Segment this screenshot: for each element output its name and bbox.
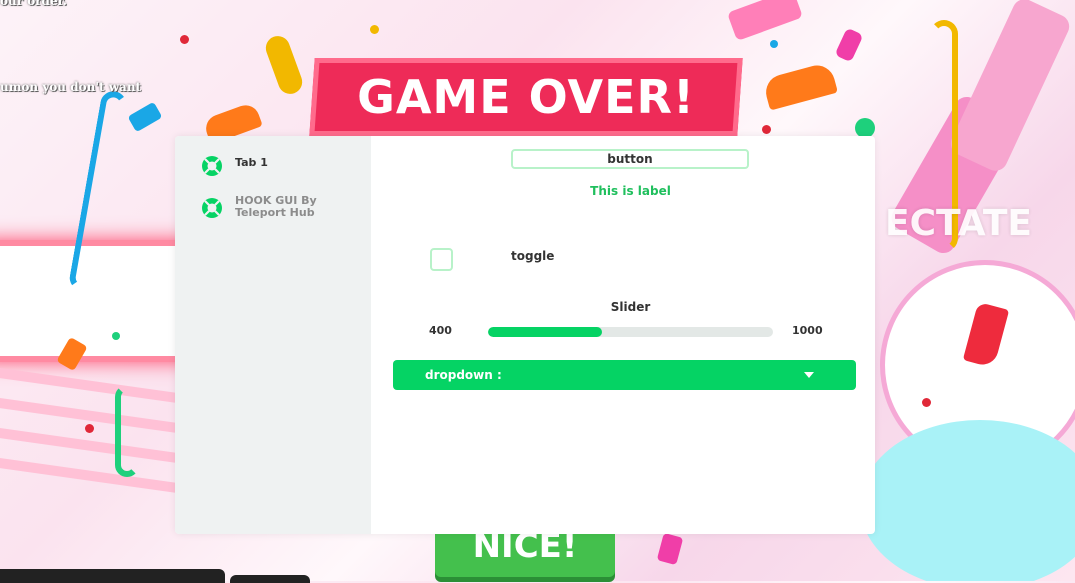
confetti-dot — [762, 125, 771, 134]
confetti-dot — [370, 25, 379, 34]
tab-label: Tab 1 — [235, 156, 268, 169]
toggle-label: toggle — [511, 249, 555, 263]
caret-down-icon — [804, 372, 814, 378]
label-text: This is label — [590, 184, 671, 198]
confetti-dot — [112, 332, 120, 340]
confetti-decoration — [855, 118, 875, 138]
confetti-dot — [922, 398, 931, 407]
confetti-decoration — [656, 532, 684, 566]
slider-title: Slider — [610, 300, 651, 314]
dropdown[interactable]: dropdown : — [393, 360, 856, 390]
hook-gui-window: Tab 1 HOOK GUI By Teleport Hub button Th… — [175, 136, 875, 534]
slider-fill[interactable] — [488, 327, 602, 337]
chat-message: umon you don't want — [0, 80, 142, 94]
spectate-text[interactable]: ECTATE — [885, 203, 1032, 244]
tab-1[interactable]: Tab 1 — [201, 155, 331, 177]
confetti-dot — [85, 424, 94, 433]
slider-track[interactable] — [488, 327, 773, 337]
game-over-title: GAME OVER! — [357, 70, 695, 124]
tab-hook-gui[interactable]: HOOK GUI By Teleport Hub — [201, 194, 331, 219]
dropdown-label: dropdown : — [425, 368, 502, 382]
confetti-dot — [180, 35, 189, 44]
lifebuoy-icon — [202, 156, 222, 176]
sidebar: Tab 1 HOOK GUI By Teleport Hub — [175, 136, 371, 534]
stripe-decoration — [0, 364, 200, 406]
tab-label: HOOK GUI By Teleport Hub — [235, 194, 317, 219]
lifebuoy-icon — [202, 198, 222, 218]
chat-message: our order. — [0, 0, 67, 8]
pool-decoration — [860, 420, 1075, 581]
confetti-dot — [770, 40, 778, 48]
confetti-decoration — [262, 32, 306, 98]
confetti-decoration — [762, 61, 838, 111]
confetti-decoration — [127, 101, 163, 133]
ribbon-decoration — [115, 385, 139, 477]
bottom-bar — [230, 575, 310, 583]
toggle-checkbox[interactable] — [430, 248, 453, 271]
confetti-decoration — [834, 27, 864, 63]
content-panel: button This is label toggle Slider 400 1… — [371, 136, 875, 534]
gui-button[interactable]: button — [511, 149, 749, 169]
slider-max: 1000 — [792, 324, 823, 337]
slider-min: 400 — [429, 324, 452, 337]
block-decoration — [726, 0, 804, 42]
pillar-decoration — [946, 0, 1074, 175]
